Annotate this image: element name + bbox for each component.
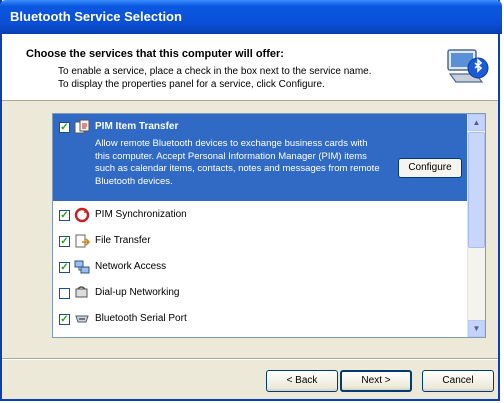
service-label: PIM Item Transfer	[95, 121, 179, 132]
network-access-checkbox[interactable]: ✓	[59, 262, 70, 273]
service-description: Allow remote Bluetooth devices to exchan…	[95, 138, 380, 187]
pim-item-transfer-checkbox[interactable]: ✓	[59, 122, 70, 133]
dialup-networking-icon	[75, 286, 88, 298]
header-title: Choose the services that this computer w…	[26, 48, 284, 60]
service-item-dial-up-networking[interactable]: Dial-up Networking	[53, 280, 468, 306]
header-instruction-1: To enable a service, place a check in th…	[58, 66, 372, 77]
service-label: Bluetooth Serial Port	[95, 313, 187, 324]
dialog-title: Bluetooth Service Selection	[0, 0, 502, 34]
header-instruction-2: To display the properties panel for a se…	[58, 79, 325, 90]
service-label: Dial-up Networking	[95, 287, 180, 298]
service-item-file-transfer[interactable]: ✓ File Transfer	[53, 228, 468, 254]
service-item-pim-synchronization[interactable]: ✓ PIM Synchronization	[53, 202, 468, 228]
pim-transfer-icon	[74, 119, 90, 134]
service-item-bluetooth-serial-port[interactable]: ✓ Bluetooth Serial Port	[53, 306, 468, 332]
service-item-network-access[interactable]: ✓ Network Access	[53, 254, 468, 280]
service-item-pim-item-transfer[interactable]: ✓ PIM Item Transfer Allow remote Bluetoo…	[53, 114, 468, 201]
pim-sync-icon	[74, 207, 90, 223]
scroll-down-button[interactable]: ▼	[468, 320, 485, 337]
back-button[interactable]: < Back	[266, 370, 338, 392]
footer-separator	[2, 358, 498, 360]
services-scrollbar[interactable]: ▲ ▼	[467, 114, 485, 337]
next-button[interactable]: Next >	[340, 370, 412, 392]
services-list[interactable]: ✓ PIM Item Transfer Allow remote Bluetoo…	[52, 113, 486, 338]
service-label: Network Access	[95, 261, 167, 272]
wizard-header: Choose the services that this computer w…	[2, 34, 498, 101]
computer-bluetooth-icon	[447, 49, 489, 83]
service-label: File Transfer	[95, 235, 151, 246]
cancel-button[interactable]: Cancel	[422, 370, 494, 392]
network-access-icon	[74, 260, 90, 274]
scroll-thumb[interactable]	[468, 132, 485, 248]
scroll-up-button[interactable]: ▲	[468, 114, 485, 131]
file-transfer-icon	[75, 234, 90, 248]
service-label: PIM Synchronization	[95, 209, 187, 220]
file-transfer-checkbox[interactable]: ✓	[59, 236, 70, 247]
configure-button[interactable]: Configure	[398, 158, 462, 178]
bluetooth-service-selection-dialog: Bluetooth Service Selection Choose the s…	[0, 0, 502, 401]
pim-synchronization-checkbox[interactable]: ✓	[59, 210, 70, 221]
dial-up-networking-checkbox[interactable]	[59, 288, 70, 299]
bluetooth-serial-port-checkbox[interactable]: ✓	[59, 314, 70, 325]
serial-port-icon	[75, 315, 89, 323]
